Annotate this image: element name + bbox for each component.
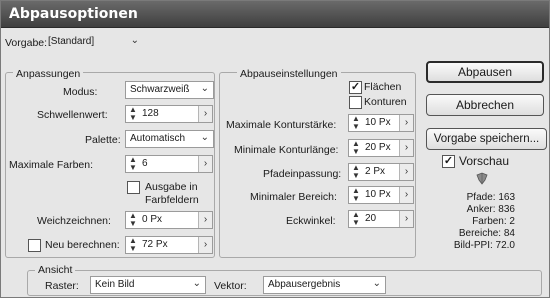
vector-value: Abpausergebnis [268,279,341,290]
output-swatches-checkbox[interactable] [127,181,140,194]
anchors-stat: Anker: 836 [466,204,515,215]
max-stroke-weight-label: Maximale Konturstärke: [226,119,337,131]
stepper-arrows-icon[interactable]: ▲ ▼ [128,156,138,172]
chevron-down-icon: ⌄ [200,83,209,94]
corner-angle-value: 20 [365,213,377,224]
colors-stat: Farben: 2 [472,216,515,227]
stepper-arrows-icon[interactable]: ▲ ▼ [351,115,361,131]
raster-value: Kein Bild [95,279,135,290]
path-fitting-stepper[interactable]: ▲ ▼ 2 Px › [348,163,414,181]
blur-value: 0 Px [142,214,163,225]
chevron-down-icon: ⌄ [200,132,209,143]
corner-angle-stepper[interactable]: ▲ ▼ 20 › [348,210,414,228]
stats-panel: Pfade: 163 Anker: 836 Farben: 2 Bereiche… [441,192,515,252]
chevron-right-icon[interactable]: › [399,211,413,227]
threshold-label: Schwellenwert: [37,109,108,121]
trace-settings-title: Abpauseinstellungen [237,68,341,80]
vector-dropdown[interactable]: Abpausergebnis ⌄ [263,276,386,294]
title-bar[interactable]: Abpausoptionen [1,1,549,28]
preview-label: Vorschau [459,154,510,168]
min-area-label: Minimaler Bereich: [250,191,337,203]
tracing-options-dialog: Abpausoptionen Vorgabe: [Standard] ⌄ Anp… [0,0,550,298]
max-colors-value: 6 [142,158,148,169]
output-swatches-label-line2: Farbfeldern [145,194,199,206]
blur-label: Weichzeichnen: [37,215,111,227]
preset-dropdown[interactable]: [Standard] ⌄ [47,34,139,52]
trace-button[interactable]: Abpausen [426,61,544,83]
max-colors-label: Maximale Farben: [9,159,94,171]
palette-value: Automatisch [130,133,186,144]
chevron-right-icon[interactable]: › [399,140,413,156]
palette-label: Palette: [85,134,121,146]
raster-dropdown[interactable]: Kein Bild ⌄ [90,276,206,294]
max-colors-stepper[interactable]: ▲ ▼ 6 › [125,155,213,173]
chevron-right-icon[interactable]: › [198,156,212,172]
save-preset-button[interactable]: Vorgabe speichern... [426,128,547,150]
resample-label: Neu berechnen: [45,239,120,251]
max-stroke-weight-value: 10 Px [365,117,391,128]
resample-stepper[interactable]: ▲ ▼ 72 Px › [125,236,213,254]
fills-label: Flächen [364,81,402,93]
stepper-arrows-icon[interactable]: ▲ ▼ [351,140,361,156]
image-ppi-stat: Bild-PPI: 72.0 [453,240,515,251]
areas-stat: Bereiche: 84 [458,228,515,239]
chevron-down-icon: ⌄ [372,278,381,289]
chevron-right-icon[interactable]: › [399,115,413,131]
preset-label: Vorgabe: [5,37,48,49]
resample-value: 72 Px [142,239,168,250]
strokes-checkbox[interactable] [349,96,362,109]
chevron-down-icon: ⌄ [130,35,139,46]
mode-label: Modus: [63,86,98,98]
preset-value: [Standard] [48,36,95,47]
stepper-arrows-icon[interactable]: ▲ ▼ [351,187,361,203]
mode-dropdown[interactable]: Schwarzweiß ⌄ [125,81,214,99]
chevron-right-icon[interactable]: › [198,106,212,122]
strokes-label: Konturen [364,96,407,108]
output-swatches-label-line1: Ausgabe in [145,181,198,193]
stepper-arrows-icon[interactable]: ▲ ▼ [351,164,361,180]
threshold-value: 128 [142,108,159,119]
blur-stepper[interactable]: ▲ ▼ 0 Px › [125,211,213,229]
min-stroke-length-value: 20 Px [365,142,391,153]
view-title: Ansicht [35,264,76,276]
stepper-arrows-icon[interactable]: ▲ ▼ [351,211,361,227]
chevron-right-icon[interactable]: › [198,237,212,253]
path-fitting-value: 2 Px [365,166,386,177]
adjustments-title: Anpassungen [13,68,84,80]
fills-checkbox[interactable]: ✓ [349,81,362,94]
stepper-arrows-icon[interactable]: ▲ ▼ [128,237,138,253]
preview-checkbox[interactable]: ✓ [442,155,455,168]
tracing-icon [476,172,488,185]
min-stroke-length-label: Minimale Konturlänge: [234,144,339,156]
min-stroke-length-stepper[interactable]: ▲ ▼ 20 Px › [348,139,414,157]
stepper-arrows-icon[interactable]: ▲ ▼ [128,212,138,228]
paths-stat: Pfade: 163 [466,192,515,203]
max-stroke-weight-stepper[interactable]: ▲ ▼ 10 Px › [348,114,414,132]
chevron-right-icon[interactable]: › [399,164,413,180]
min-area-stepper[interactable]: ▲ ▼ 10 Px › [348,186,414,204]
chevron-right-icon[interactable]: › [399,187,413,203]
chevron-right-icon[interactable]: › [198,212,212,228]
cancel-button[interactable]: Abbrechen [426,94,544,116]
palette-dropdown[interactable]: Automatisch ⌄ [125,130,214,148]
raster-label: Raster: [45,280,79,292]
threshold-stepper[interactable]: ▲ ▼ 128 › [125,105,213,123]
path-fitting-label: Pfadeinpassung: [263,168,342,180]
mode-value: Schwarzweiß [130,84,190,95]
min-area-value: 10 Px [365,189,391,200]
corner-angle-label: Eckwinkel: [286,215,336,227]
dialog-title: Abpausoptionen [9,6,138,22]
stepper-arrows-icon[interactable]: ▲ ▼ [128,106,138,122]
chevron-down-icon: ⌄ [192,278,201,289]
resample-checkbox[interactable] [28,239,41,252]
vector-label: Vektor: [214,280,247,292]
